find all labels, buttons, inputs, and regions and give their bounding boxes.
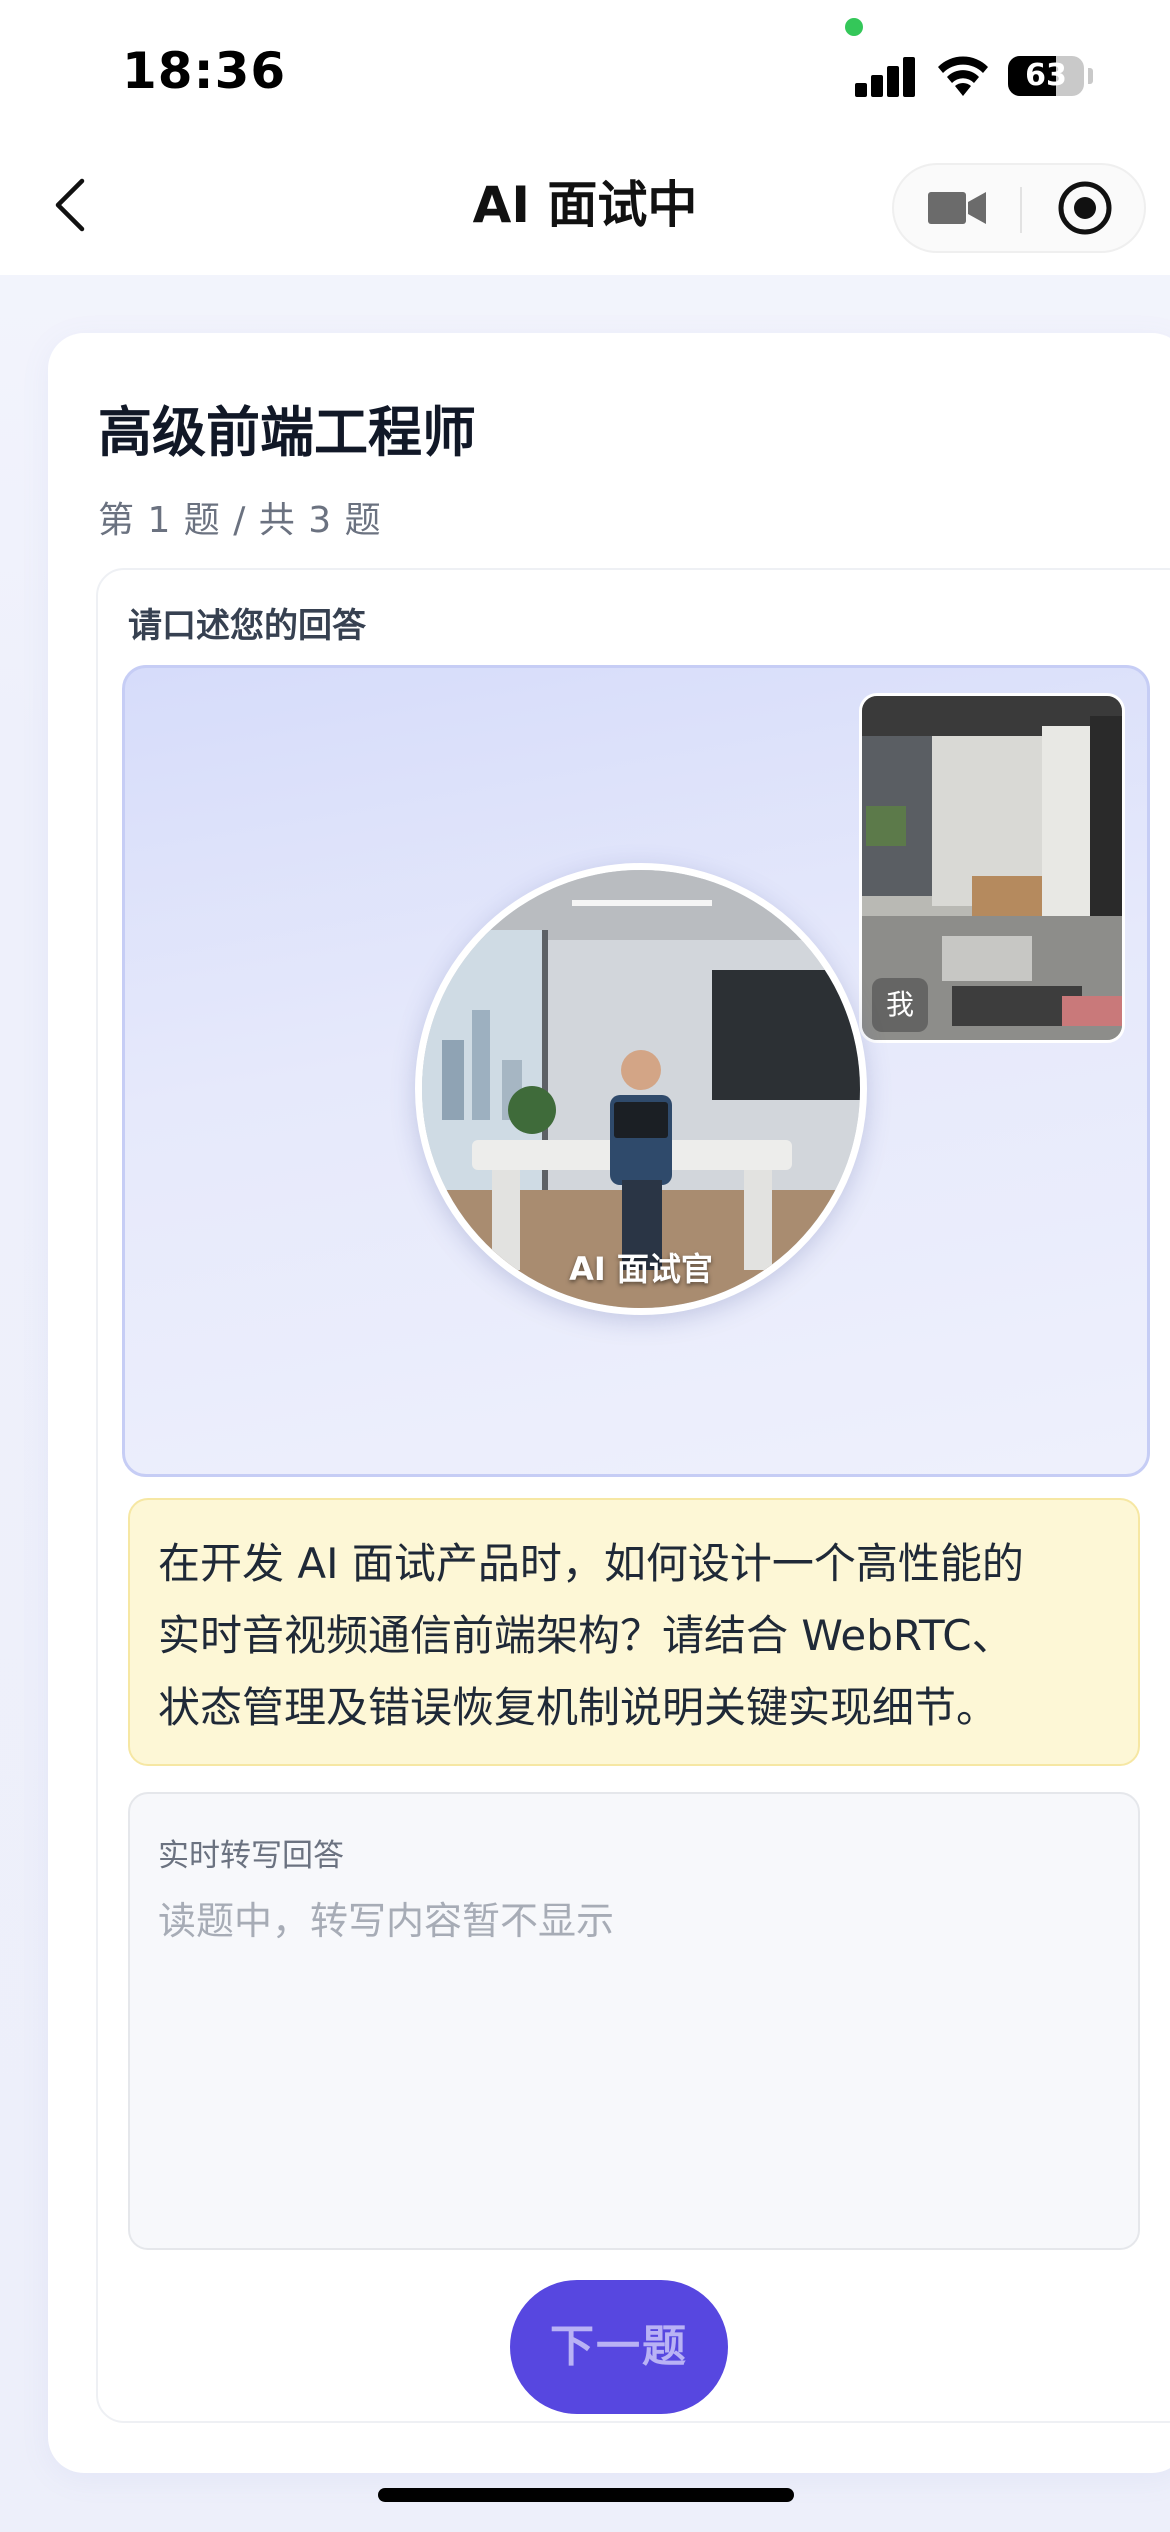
record-button[interactable] bbox=[1022, 165, 1148, 251]
answer-label: 请口述您的回答 bbox=[128, 606, 366, 646]
question-line: 在开发 AI 面试产品时，如何设计一个高性能的 bbox=[158, 1539, 1024, 1588]
back-icon bbox=[55, 178, 85, 232]
battery-icon: 63 bbox=[1008, 56, 1084, 96]
status-time: 18:36 bbox=[122, 42, 287, 100]
question-line: 状态管理及错误恢复机制说明关键实现细节。 bbox=[158, 1683, 999, 1732]
answer-panel: 请口述您的回答 我 AI 面试官 在开发 AI 面试产品时，如何设计一个高性能的… bbox=[96, 568, 1170, 2423]
transcript-placeholder: 读题中，转写内容暂不显示 bbox=[158, 1899, 615, 1943]
ai-interviewer-video: AI 面试官 bbox=[415, 863, 867, 1315]
wifi-icon bbox=[938, 56, 988, 96]
mini-program-capsule bbox=[892, 163, 1146, 253]
video-camera-button[interactable] bbox=[894, 165, 1020, 251]
question-progress: 第 1 题 / 共 3 题 bbox=[98, 500, 382, 541]
camera-indicator-dot bbox=[845, 18, 863, 36]
back-button[interactable] bbox=[40, 170, 100, 240]
question-box: 在开发 AI 面试产品时，如何设计一个高性能的 实时音视频通信前端架构？请结合 … bbox=[128, 1498, 1140, 1766]
signal-icon bbox=[855, 55, 917, 97]
video-camera-icon bbox=[928, 192, 986, 224]
ai-interviewer-image bbox=[422, 870, 860, 1308]
transcript-label: 实时转写回答 bbox=[158, 1838, 344, 1874]
interview-card: 高级前端工程师 第 1 题 / 共 3 题 请口述您的回答 我 AI 面试官 在… bbox=[48, 333, 1170, 2473]
home-indicator[interactable] bbox=[378, 2488, 794, 2502]
job-title: 高级前端工程师 bbox=[98, 401, 476, 464]
question-line: 实时音视频通信前端架构？请结合 WebRTC、 bbox=[158, 1611, 1014, 1660]
video-area: 我 AI 面试官 bbox=[122, 665, 1150, 1477]
self-camera-preview[interactable]: 我 bbox=[859, 693, 1125, 1043]
next-question-button[interactable]: 下一题 bbox=[510, 2280, 728, 2414]
ai-interviewer-label: AI 面试官 bbox=[569, 1250, 713, 1288]
self-label: 我 bbox=[872, 978, 928, 1032]
record-icon bbox=[1058, 181, 1112, 235]
nav-bar: AI 面试中 bbox=[0, 135, 1170, 275]
transcript-box: 实时转写回答 读题中，转写内容暂不显示 bbox=[128, 1792, 1140, 2250]
battery-cap bbox=[1088, 68, 1093, 84]
interview-screen: 18:36 63 AI 面试中 高级前端工程师 第 1 题 / 共 3 题 请口… bbox=[0, 0, 1170, 2532]
status-bar: 18:36 63 bbox=[0, 0, 1170, 135]
battery-level: 63 bbox=[1025, 58, 1067, 93]
